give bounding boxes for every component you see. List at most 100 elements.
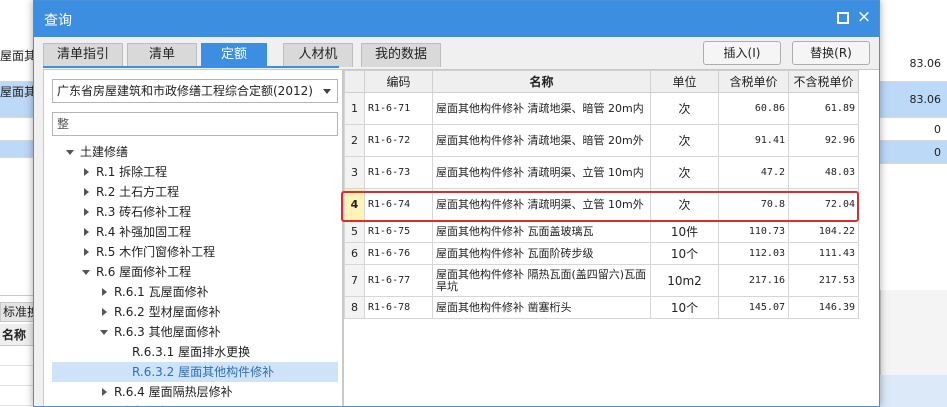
table-row[interactable]: 3 R1-6-73 屋面其他构件修补 清疏明渠、立管 10m内次 47.2 48.03 [344,156,859,189]
tree-item-label: R.5 木作门窗修补工程 [96,245,216,259]
tree-item[interactable]: 土建修缮 [44,142,334,162]
tree-item-label: R.6.3.1 屋面排水更换 [132,345,251,359]
cell-price-notax: 92.96 [788,124,859,157]
collapse-arrow-icon[interactable] [102,388,107,396]
table-row[interactable]: 8 R1-6-78 屋面其他构件修补 凿塞桁头 10个 145.07 146.39 [344,296,859,319]
row-index: 2 [344,124,365,157]
quota-tree-panel: 广东省房屋建筑和市政修缮工程综合定额(2012) 整 土建修缮 R.1 拆除工程 R… [43,69,343,406]
cell-code: R1-6-74 [364,188,433,221]
close-icon[interactable]: × [856,9,872,26]
cell-unit: 次 [650,92,719,125]
cell-unit: 次 [650,188,719,221]
quota-grid-panel: 编码 名称 单位 含税单价 不含税单价 1 R1-6-71 屋面其他构件修补 清疏地… [343,69,879,406]
cell-price-tax: 91.41 [718,124,789,157]
tree-item[interactable]: R.6 屋面修补工程 [44,262,334,282]
cell-price-tax: 145.07 [718,296,789,319]
bg-value-cell: 83.06 [880,82,947,118]
table-row[interactable]: 1 R1-6-71 屋面其他构件修补 清疏地渠、暗管 20m内次 60.86 61.89 [344,92,859,125]
table-body: 1 R1-6-71 屋面其他构件修补 清疏地渠、暗管 20m内次 60.86 61.89… [344,92,859,319]
cell-code: R1-6-77 [364,264,433,297]
column-header-unit[interactable]: 单位 [650,70,719,93]
quota-library-value: 广东省房屋建筑和市政修缮工程综合定额(2012) [57,84,313,98]
column-header-name[interactable]: 名称 [432,70,651,93]
tree-item[interactable]: R.6.3.1 屋面排水更换 [44,342,334,362]
cell-price-tax: 217.16 [718,264,789,297]
collapse-arrow-icon[interactable] [102,308,107,316]
tree-item[interactable]: R.3 砖石修补工程 [44,202,334,222]
bg-tab-standard-conversion[interactable]: 标准换算 [0,302,34,322]
tree-item-label: R.7 防水修补工程 [96,402,191,406]
table-row[interactable]: 6 R1-6-76 屋面其他构件修补 瓦面阶砖步级 10个 112.03 111.43 [344,242,859,265]
collapse-arrow-icon[interactable] [84,228,89,236]
quota-library-select[interactable]: 广东省房屋建筑和市政修缮工程综合定额(2012) [52,79,338,103]
tree-item-label: R.4 补强加固工程 [96,225,192,239]
table-row[interactable]: 4 R1-6-74 屋面其他构件修补 清疏明渠、立管 10m外次 70.8 72.04 [344,188,859,221]
tab-bill[interactable]: 清单 [127,43,197,67]
column-header-code[interactable]: 编码 [364,70,433,93]
cell-name: 屋面其他构件修补 瓦面盖玻璃瓦 [432,220,651,243]
tab-bill-guide[interactable]: 清单指引 [43,43,123,67]
collapse-arrow-icon[interactable] [102,288,107,296]
query-dialog: 查询 × 清单指引 清单 定额 人材机 我的数据 插入(I) 替换(R) 广东省… [33,0,880,407]
column-header-price-notax[interactable]: 不含税单价 [788,70,859,93]
cell-price-tax: 60.86 [718,92,789,125]
tree-item-label: R.6.2 型材屋面修补 [114,305,221,319]
bg-table-cell [0,346,34,366]
cell-name: 屋面其他构件修补 清疏地渠、暗管 20m外 [432,124,651,157]
collapse-arrow-icon[interactable] [84,248,89,256]
tree-item-label: R.3 砖石修补工程 [96,205,192,219]
dialog-titlebar[interactable]: 查询 × [34,1,879,37]
tree-item[interactable]: R.6.3.2 屋面其他构件修补 [52,362,338,382]
tree-filter-input[interactable]: 整 [52,112,338,136]
expand-arrow-icon[interactable] [82,270,90,275]
tab-quota[interactable]: 定额 [201,43,267,67]
maximize-icon[interactable] [834,9,850,25]
tree-item[interactable]: R.6.4 屋面隔热层修补 [44,382,334,402]
tab-labor-material-machine[interactable]: 人材机 [283,43,353,67]
cell-name: 屋面其他构件修补 瓦面阶砖步级 [432,242,651,265]
cell-price-notax: 217.53 [788,264,859,297]
table-row[interactable]: 5 R1-6-75 屋面其他构件修补 瓦面盖玻璃瓦 10件 110.73 104.22 [344,220,859,243]
cell-name: 屋面其他构件修补 清疏地渠、暗管 20m内 [432,92,651,125]
tree-item-label: R.6.1 瓦屋面修补 [114,285,209,299]
cell-name: 屋面其他构件修补 隔热瓦面(盖四留六)瓦面旱坑 [432,264,651,297]
tree-item[interactable]: R.1 拆除工程 [44,162,334,182]
tree-item[interactable]: R.7 防水修补工程 [44,402,334,406]
cell-code: R1-6-76 [364,242,433,265]
bg-table-cell [0,366,34,386]
bg-value-cell: 0 [880,141,947,164]
row-index: 8 [344,296,365,319]
tree-item-label: R.1 拆除工程 [96,165,168,179]
expand-arrow-icon[interactable] [66,150,74,155]
chevron-down-icon[interactable] [323,89,331,94]
tree-item[interactable]: R.6.3 其他屋面修补 [44,322,334,342]
replace-button[interactable]: 替换(R) [792,41,870,65]
table-header-row: 编码 名称 单位 含税单价 不含税单价 [344,70,859,93]
cell-price-notax: 104.22 [788,220,859,243]
cell-price-notax: 48.03 [788,156,859,189]
tree-item-label: R.6 屋面修补工程 [96,265,192,279]
column-header-price-tax[interactable]: 含税单价 [718,70,789,93]
collapse-arrow-icon[interactable] [84,188,89,196]
tree-item[interactable]: R.6.2 型材屋面修补 [44,302,334,322]
tab-underline [43,66,339,68]
row-index: 3 [344,156,365,189]
tree-item[interactable]: R.5 木作门窗修补工程 [44,242,334,262]
cell-price-tax: 47.2 [718,156,789,189]
tree-item-label: 土建修缮 [80,145,129,159]
insert-button[interactable]: 插入(I) [703,41,781,65]
tab-my-data[interactable]: 我的数据 [361,43,441,67]
bg-right-selection [880,375,947,407]
tree-item-label: R.2 土石方工程 [96,185,180,199]
table-row[interactable]: 2 R1-6-72 屋面其他构件修补 清疏地渠、暗管 20m外次 91.41 92.96 [344,124,859,157]
cell-code: R1-6-73 [364,156,433,189]
tree-item[interactable]: R.6.1 瓦屋面修补 [44,282,334,302]
tree-item[interactable]: R.2 土石方工程 [44,182,334,202]
cell-name: 屋面其他构件修补 清疏明渠、立管 10m外 [432,188,651,221]
collapse-arrow-icon[interactable] [84,208,89,216]
table-row[interactable]: 7 R1-6-77 屋面其他构件修补 隔热瓦面(盖四留六)瓦面旱坑 10m2 217.1… [344,264,859,297]
expand-arrow-icon[interactable] [100,330,108,335]
bg-value-cell: 0 [880,118,947,141]
collapse-arrow-icon[interactable] [84,168,89,176]
tree-item[interactable]: R.4 补强加固工程 [44,222,334,242]
